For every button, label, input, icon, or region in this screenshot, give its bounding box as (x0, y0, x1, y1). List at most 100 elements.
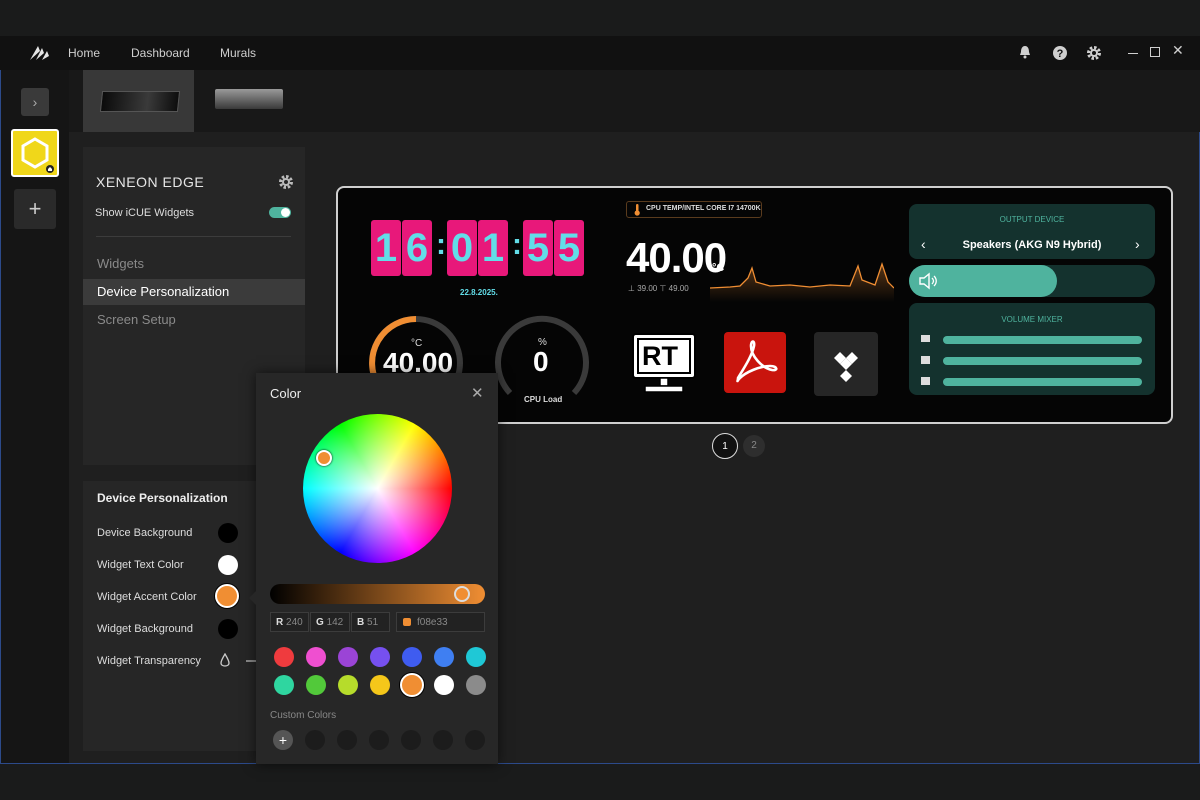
clock-separator: : (512, 228, 522, 261)
preset-color-swatch[interactable] (466, 647, 486, 667)
page-dot-1[interactable]: 1 (712, 433, 738, 459)
preset-color-swatch[interactable] (466, 675, 486, 695)
show-widgets-toggle[interactable] (269, 207, 291, 218)
clock-date: 22.8.2025. (460, 288, 498, 297)
next-device-chevron-icon[interactable]: › (1135, 236, 1140, 252)
clock-digit: 0 (447, 220, 477, 276)
preset-color-swatch[interactable] (370, 675, 390, 695)
blue-input[interactable]: B 51 (351, 612, 390, 632)
hexagon-icon (21, 137, 54, 173)
hex-swatch (403, 618, 411, 627)
preset-color-swatch[interactable] (400, 673, 424, 697)
preset-color-swatch[interactable] (274, 675, 294, 695)
output-device-label: OUTPUT DEVICE (999, 215, 1065, 224)
custom-color-slot[interactable] (465, 730, 485, 750)
custom-color-slot[interactable] (305, 730, 325, 750)
device-xeneon-edge-button[interactable] (11, 129, 59, 177)
custom-color-slot[interactable] (401, 730, 421, 750)
color-wheel[interactable] (303, 414, 452, 563)
minimize-icon[interactable] (1128, 53, 1138, 54)
cpu-temp-min: 39.00 (637, 284, 658, 293)
widget-background-swatch[interactable] (218, 619, 238, 639)
page-dot-2[interactable]: 2 (743, 435, 765, 457)
bell-icon[interactable] (1017, 45, 1033, 61)
widget-accent-color-swatch[interactable] (215, 584, 239, 608)
widget-text-color-label: Widget Text Color (97, 559, 184, 571)
red-input[interactable]: R 240 (270, 612, 309, 632)
cpu-temp-sparkline (710, 261, 894, 302)
nav-murals[interactable]: Murals (220, 46, 256, 60)
show-widgets-label: Show iCUE Widgets (95, 207, 195, 219)
preset-color-swatch[interactable] (338, 675, 358, 695)
preset-color-swatch[interactable] (434, 647, 454, 667)
device-settings-gear-icon[interactable] (278, 174, 294, 195)
device-background-swatch[interactable] (218, 523, 238, 543)
brightness-handle[interactable] (454, 586, 470, 602)
expand-sidebar-button[interactable]: › (21, 88, 49, 116)
close-icon[interactable]: ✕ (1172, 43, 1186, 57)
mixer-bar[interactable] (943, 378, 1142, 386)
custom-color-slot[interactable] (337, 730, 357, 750)
personalization-title: Device Personalization (97, 491, 228, 505)
cpu-temp-label: CPU TEMP/INTEL CORE I7 14700K (646, 205, 761, 212)
nav-home[interactable]: Home (68, 46, 100, 60)
preset-color-swatch[interactable] (274, 647, 294, 667)
mixer-bar[interactable] (943, 357, 1142, 365)
preset-color-swatch[interactable] (306, 675, 326, 695)
device-background-label: Device Background (97, 527, 193, 539)
max-glyph: ⊤ (659, 284, 669, 293)
preset-color-swatch[interactable] (306, 647, 326, 667)
menu-device-personalization[interactable]: Device Personalization (83, 279, 305, 305)
picker-close-icon[interactable]: ✕ (471, 384, 484, 402)
widget-text-color-swatch[interactable] (218, 555, 238, 575)
xeneon-edge-thumbnail (99, 91, 181, 112)
menu-widgets[interactable]: Widgets (83, 251, 305, 277)
cpu-load-label: CPU Load (524, 395, 563, 404)
add-custom-color-button[interactable]: + (273, 730, 293, 750)
hex-input[interactable]: f08e33 (396, 612, 485, 632)
app-icon (921, 356, 930, 364)
toggle-knob (281, 208, 290, 217)
custom-color-slot[interactable] (369, 730, 389, 750)
green-input[interactable]: G 142 (310, 612, 350, 632)
acrobat-icon (736, 340, 778, 383)
output-device-name: Speakers (AKG N9 Hybrid) (962, 239, 1102, 251)
rtss-app-button[interactable]: RT (631, 332, 697, 396)
picker-pointer (249, 591, 256, 605)
color-wheel-handle[interactable] (316, 450, 332, 466)
add-device-button[interactable]: + (14, 189, 56, 229)
transparency-slider[interactable] (246, 660, 256, 662)
gear-icon[interactable] (1086, 45, 1102, 61)
red-value: 240 (286, 617, 303, 628)
device-tab-xeneon-edge[interactable] (83, 70, 194, 132)
app-icon (921, 335, 930, 342)
divider (96, 236, 291, 237)
preset-color-swatch[interactable] (370, 647, 390, 667)
preset-color-swatch[interactable] (338, 647, 358, 667)
custom-color-slot[interactable] (433, 730, 453, 750)
widget-transparency-label: Widget Transparency (97, 655, 201, 667)
blue-value: 51 (367, 617, 379, 628)
nav-dashboard[interactable]: Dashboard (131, 46, 190, 60)
app-icon (921, 377, 930, 385)
maximize-icon[interactable] (1150, 47, 1160, 57)
tidal-app-button[interactable] (814, 332, 878, 396)
preset-color-swatch[interactable] (402, 647, 422, 667)
volume-slider[interactable] (909, 265, 1155, 297)
thermometer-icon (634, 204, 640, 216)
acrobat-app-button[interactable] (724, 332, 786, 393)
brightness-slider[interactable] (270, 584, 485, 604)
rtss-label: RT (642, 341, 678, 371)
cpu-temp-max: 49.00 (668, 284, 689, 293)
green-value: 142 (326, 617, 344, 628)
device-tab-ram[interactable] (194, 70, 302, 132)
widget-accent-color-label: Widget Accent Color (97, 591, 197, 603)
cpu-temp-minmax: ⊥ 39.00 ⊤ 49.00 (628, 284, 689, 293)
speaker-icon (919, 272, 937, 290)
preset-color-swatch[interactable] (434, 675, 454, 695)
mixer-bar[interactable] (943, 336, 1142, 344)
help-icon[interactable]: ? (1052, 45, 1068, 61)
hex-value: f08e33 (417, 617, 448, 628)
blue-label: B (357, 617, 365, 628)
menu-screen-setup[interactable]: Screen Setup (83, 307, 305, 333)
